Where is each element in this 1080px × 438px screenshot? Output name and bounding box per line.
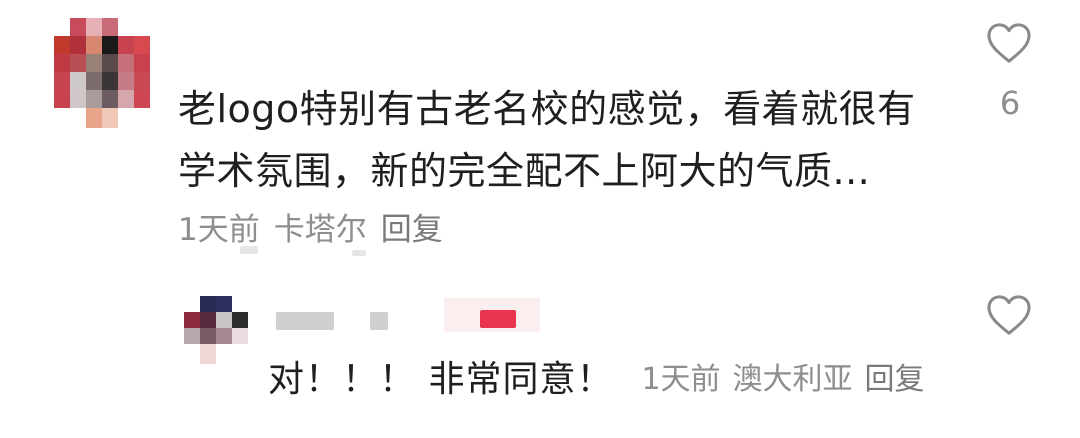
heart-outline-icon[interactable]	[986, 22, 1032, 64]
reply-location: 澳大利亚	[732, 362, 853, 397]
blur-mark	[352, 250, 366, 256]
comment-location: 卡塔尔	[273, 211, 367, 248]
comment-text: 老logo特别有古老名校的感觉，看着就很有 学术氛围，新的完全配不上阿大的气质.…	[178, 78, 938, 202]
comment-time: 1天前	[178, 211, 260, 248]
heart-outline-icon[interactable]	[986, 294, 1032, 336]
reply-button[interactable]: 回复	[865, 354, 925, 398]
username-redacted	[370, 312, 388, 330]
comment-text-line: 学术氛围，新的完全配不上阿大的气质...	[178, 149, 871, 193]
username-redacted	[276, 312, 334, 330]
comment-text-line: 老logo特别有古老名校的感觉，看着就很有	[178, 87, 916, 131]
reply-time: 1天前	[641, 362, 721, 397]
avatar[interactable]	[184, 296, 264, 368]
reply-text: 对！！！ 非常同意！	[268, 359, 614, 400]
like-count: 6	[999, 84, 1021, 122]
author-badge-mark	[480, 310, 516, 328]
reply-button[interactable]: 回复	[381, 204, 443, 249]
blur-mark	[240, 246, 258, 254]
comment-meta: 1天前 卡塔尔 回复	[178, 202, 457, 250]
reply-content: 对！！！ 非常同意！ 1天前 澳大利亚 回复	[268, 350, 937, 402]
avatar[interactable]	[54, 18, 150, 130]
